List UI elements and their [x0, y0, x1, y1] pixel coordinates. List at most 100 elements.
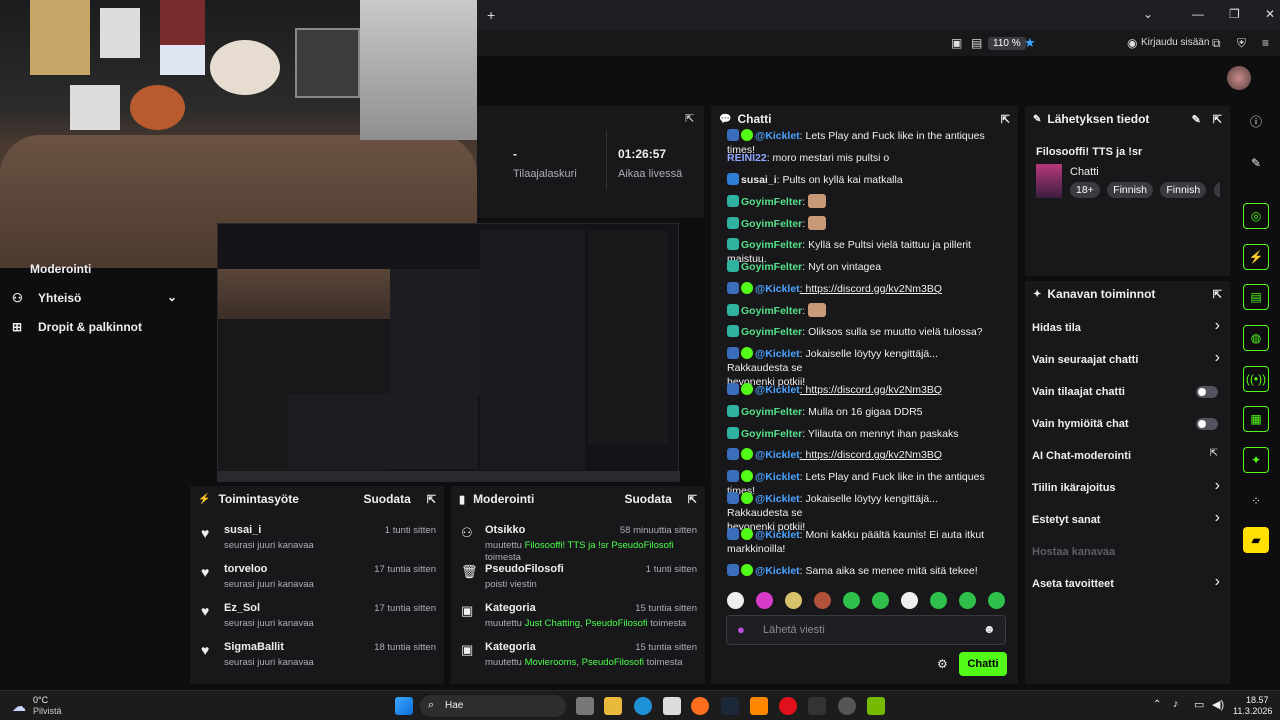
tag[interactable]: Finnish	[1107, 182, 1154, 198]
chat-input[interactable]: ● Lähetä viesti ☻	[726, 615, 1006, 645]
activity-filter-button[interactable]: Suodata	[363, 492, 410, 506]
mic-icon[interactable]: ●	[737, 622, 745, 637]
expand-icon[interactable]: ⇱	[1213, 288, 1222, 301]
moderation-item[interactable]: ▣ Kategoria 15 tuntia sitten muutettu Movie…	[451, 636, 705, 674]
vlc-icon[interactable]	[750, 697, 768, 715]
nvidia-icon[interactable]	[867, 697, 885, 715]
network-icon[interactable]: ▭	[1194, 698, 1204, 711]
nav-item-community[interactable]: ⚇ Yhteisö ⌄	[12, 290, 177, 305]
chat-username[interactable]: @Kicklet	[755, 348, 800, 360]
layers-icon[interactable]: ▦	[1243, 406, 1269, 432]
login-button[interactable]: Kirjaudu sisään	[1141, 37, 1209, 48]
channel-action-item[interactable]: Vain hymiöitä chat	[1032, 416, 1222, 438]
camera-icon[interactable]: ◎	[1243, 203, 1269, 229]
tag[interactable]: Finnish	[1160, 182, 1207, 198]
expand-icon[interactable]: ⇱	[685, 112, 694, 125]
terminal-icon[interactable]	[808, 697, 826, 715]
minimize-icon[interactable]: —	[1192, 7, 1204, 21]
chat-username[interactable]: @Kicklet	[755, 130, 800, 142]
channel-action-item[interactable]: Estetyt sanat ›	[1032, 509, 1222, 534]
chat-username[interactable]: GoyimFelter	[741, 305, 802, 317]
cloud-icon[interactable]: ☁	[12, 698, 26, 715]
emote-button[interactable]	[814, 592, 831, 609]
store-icon[interactable]	[663, 697, 681, 715]
chat-username[interactable]: GoyimFelter	[741, 326, 802, 338]
bolt-icon[interactable]: ⚡	[1243, 244, 1269, 270]
emote-button[interactable]	[930, 592, 947, 609]
tag[interactable]: K	[1213, 182, 1220, 198]
category-thumbnail[interactable]	[1036, 164, 1062, 198]
emote-button[interactable]	[988, 592, 1005, 609]
zoom-level[interactable]: 110 %	[988, 37, 1026, 50]
mic-icon[interactable]: ♪	[1173, 698, 1179, 710]
emote-button[interactable]	[843, 592, 860, 609]
wrench-icon[interactable]: ✦	[1243, 447, 1269, 473]
expand-icon[interactable]: ⇱	[688, 493, 697, 506]
category-name[interactable]: Chatti	[1070, 166, 1099, 178]
chat-username[interactable]: @Kicklet	[755, 529, 800, 541]
clapper-icon[interactable]: ▰	[1243, 527, 1269, 553]
chat-username[interactable]: GoyimFelter	[741, 261, 802, 273]
chat-link[interactable]: : https://discord.gg/kv2Nm3BQ	[800, 449, 942, 461]
activity-item[interactable]: ♥ Ez_Sol seurasi juuri kanavaa 17 tuntia si…	[190, 597, 444, 633]
emote-button[interactable]	[756, 592, 773, 609]
clock-date[interactable]: 11.3.2026	[1233, 706, 1272, 716]
folder-icon[interactable]	[604, 697, 622, 715]
nav-item-drops[interactable]: ⊞ Dropit & palkinnot	[12, 320, 142, 334]
toggle-switch[interactable]	[1196, 418, 1218, 430]
chat-username[interactable]: susai_i	[741, 174, 777, 186]
nav-item-moderation[interactable]: Moderointi	[12, 262, 91, 276]
firefox-icon[interactable]	[691, 697, 709, 715]
channel-action-item[interactable]: Tiilin ikärajoitus ›	[1032, 477, 1222, 502]
plus-icon[interactable]: +	[487, 7, 495, 23]
volume-icon[interactable]: ◀)	[1212, 698, 1224, 711]
moderation-item[interactable]: ⚇ Otsikko 58 minuuttia sitten muutettu Filo…	[451, 519, 705, 563]
activity-user[interactable]: susai_i	[224, 524, 261, 536]
chat-username[interactable]: GoyimFelter	[741, 406, 802, 418]
chat-username[interactable]: GoyimFelter	[741, 239, 802, 251]
moderation-filter-button[interactable]: Suodata	[624, 492, 671, 506]
opera-icon[interactable]	[779, 697, 797, 715]
expand-icon[interactable]: ⇱	[1213, 113, 1222, 126]
chat-username[interactable]: @Kicklet	[755, 283, 800, 295]
emote-button[interactable]	[727, 592, 744, 609]
send-chat-button[interactable]: Chatti	[959, 652, 1007, 676]
emote-button[interactable]	[959, 592, 976, 609]
activity-user[interactable]: torveloo	[224, 563, 267, 575]
chat-icon[interactable]: ◍	[1243, 325, 1269, 351]
chevron-down-icon[interactable]: ⌄	[1143, 7, 1153, 21]
emote-button[interactable]	[901, 592, 918, 609]
channel-action-item[interactable]: Vain seuraajat chatti ›	[1032, 349, 1222, 374]
expand-icon[interactable]: ⇱	[427, 493, 436, 506]
chat-username[interactable]: @Kicklet	[755, 384, 800, 396]
weather-text[interactable]: Pilvistä	[33, 706, 62, 716]
edge-icon[interactable]	[634, 697, 652, 715]
tag[interactable]: 18+	[1070, 182, 1100, 198]
windows-start-icon[interactable]	[395, 697, 413, 715]
star-icon[interactable]: ★	[1024, 35, 1036, 51]
moderation-item[interactable]: 🗑 PseudoFilosofi 1 tunti sitten poisti vies…	[451, 558, 705, 596]
activity-user[interactable]: SigmaBallit	[224, 641, 284, 653]
external-link-icon[interactable]: ⇱	[1210, 448, 1218, 459]
user-icon[interactable]: ◉	[1127, 36, 1137, 50]
activity-item[interactable]: ♥ SigmaBallit seurasi juuri kanavaa 18 tunt…	[190, 636, 444, 672]
moderation-item[interactable]: ▣ Kategoria 15 tuntia sitten muutettu Just …	[451, 597, 705, 635]
stream-preview[interactable]	[217, 223, 680, 482]
apps-icon[interactable]: ⁘	[1243, 488, 1269, 514]
save-icon[interactable]: ▤	[971, 36, 982, 50]
avatar[interactable]	[1227, 66, 1251, 90]
chat-username[interactable]: @Kicklet	[755, 493, 800, 505]
screen-icon[interactable]: ▣	[951, 36, 962, 50]
taskbar-search[interactable]: ⌕ Hae	[420, 695, 566, 717]
toggle-switch[interactable]	[1196, 386, 1218, 398]
activity-item[interactable]: ♥ susai_i seurasi juuri kanavaa 1 tunti sit…	[190, 519, 444, 555]
activity-item[interactable]: ♥ torveloo seurasi juuri kanavaa 17 tuntia …	[190, 558, 444, 594]
chat-username[interactable]: GoyimFelter	[741, 428, 802, 440]
emote-button[interactable]	[872, 592, 889, 609]
chat-link[interactable]: : https://discord.gg/kv2Nm3BQ	[800, 283, 942, 295]
extension-icon[interactable]: ⧉	[1212, 36, 1221, 51]
chat-username[interactable]: REINI22	[727, 152, 767, 164]
channel-action-item[interactable]: Aseta tavoitteet ›	[1032, 573, 1222, 598]
chat-username[interactable]: @Kicklet	[755, 471, 800, 483]
steam-icon[interactable]	[721, 697, 739, 715]
